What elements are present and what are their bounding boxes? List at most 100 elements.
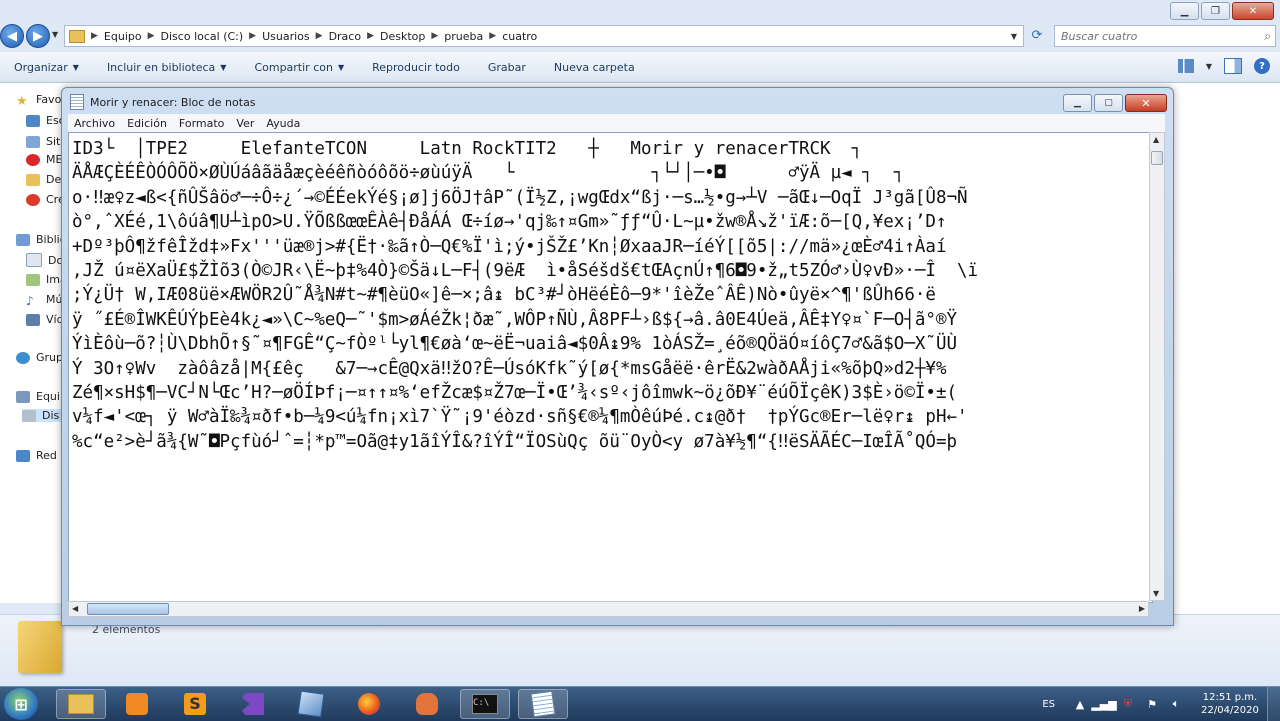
refresh-icon: ⟳: [1031, 27, 1043, 43]
taskbar: ⊞ S C:\ ES ▲ ▂▄▆ ⛨ ⚑ 🔈︎ 12:51 p.m. 22/04…: [0, 686, 1280, 721]
breadcrumb-separator-icon: ▶: [367, 31, 374, 41]
forward-button[interactable]: ▶: [26, 24, 50, 48]
nav-item-desktop[interactable]: Esc: [26, 114, 65, 127]
taskbar-notepad[interactable]: [518, 689, 568, 719]
vertical-scroll-thumb[interactable]: [1151, 151, 1163, 165]
taskbar-visual-studio[interactable]: [228, 689, 278, 719]
clock[interactable]: 12:51 p.m. 22/04/2020: [1193, 691, 1267, 717]
breadcrumb-item[interactable]: cuatro: [502, 30, 537, 43]
taskbar-app-hand[interactable]: [402, 689, 452, 719]
recent-pages-dropdown[interactable]: ▼: [52, 30, 58, 39]
taskbar-firefox[interactable]: [344, 689, 394, 719]
minimize-button[interactable]: ▁: [1170, 2, 1199, 20]
help-icon[interactable]: ?: [1254, 58, 1270, 74]
network-signal-icon[interactable]: ▂▄▆: [1091, 698, 1116, 711]
taskbar-cmd[interactable]: C:\: [460, 689, 510, 719]
nav-item-network[interactable]: Red: [16, 449, 57, 462]
show-hidden-icons-icon[interactable]: ▲: [1073, 698, 1087, 711]
breadcrumb-item[interactable]: prueba ▶: [444, 30, 502, 43]
start-button[interactable]: ⊞: [4, 688, 38, 720]
hand-icon: [416, 693, 438, 715]
notepad-menubar: Archivo Edición Formato Ver Ayuda: [68, 114, 1165, 132]
flag-icon[interactable]: ⚑: [1145, 698, 1159, 711]
nav-item-homegroup[interactable]: Grup: [16, 351, 63, 364]
firefox-icon: [358, 693, 380, 715]
scroll-down-icon[interactable]: ▼: [1153, 589, 1159, 598]
scroll-left-icon[interactable]: ◀: [72, 604, 78, 613]
creative-cloud-icon: [26, 193, 40, 206]
pictures-icon: [26, 273, 40, 286]
media-player-icon: [126, 693, 148, 715]
nav-item-computer[interactable]: Equip: [16, 390, 67, 403]
search-icon[interactable]: ⌕: [1264, 29, 1271, 44]
maximize-button[interactable]: ❐: [1201, 2, 1230, 20]
notepad-text-area[interactable]: ID3└ │TPE2 ElefanteTCON Latn RockTIT2 ┼ …: [68, 132, 1153, 603]
network-icon: [16, 449, 30, 462]
menu-formato[interactable]: Formato: [179, 117, 225, 130]
address-dropdown-icon[interactable]: ▼: [1011, 32, 1017, 41]
notepad-icon: [530, 690, 556, 718]
windows-logo-icon: ⊞: [14, 694, 28, 714]
menu-archivo[interactable]: Archivo: [74, 117, 115, 130]
search-box[interactable]: ⌕: [1054, 25, 1276, 47]
back-button[interactable]: ◀: [0, 24, 24, 48]
new-folder-button[interactable]: Nueva carpeta: [554, 61, 635, 74]
breadcrumb-item[interactable]: Equipo ▶: [104, 30, 161, 43]
include-in-library-menu[interactable]: Incluir en biblioteca ▼: [107, 61, 227, 74]
show-desktop-button[interactable]: [1267, 687, 1280, 721]
scroll-up-icon[interactable]: ▲: [1153, 135, 1159, 144]
taskbar-explorer[interactable]: [56, 689, 106, 719]
chevron-down-icon[interactable]: ▼: [1206, 62, 1212, 71]
change-view-icon[interactable]: [1177, 59, 1194, 73]
breadcrumb-item[interactable]: Disco local (C:) ▶: [161, 30, 263, 43]
notepad-maximize-button[interactable]: ▢: [1094, 94, 1123, 112]
nav-item-documents[interactable]: Do: [26, 253, 63, 267]
language-indicator[interactable]: ES: [1042, 699, 1055, 710]
notepad-window: Morir y renacer: Bloc de notas ▁ ▢ ✕ Arc…: [61, 87, 1174, 626]
menu-ayuda[interactable]: Ayuda: [266, 117, 300, 130]
close-button[interactable]: ✕: [1232, 2, 1274, 20]
nav-item-favorites[interactable]: ★ Favo: [16, 93, 61, 109]
arrow-right-icon: ▶: [33, 28, 43, 44]
nav-item-creative-cloud[interactable]: Cre: [26, 193, 65, 206]
breadcrumb-separator-icon: ▶: [147, 31, 155, 41]
library-icon: [16, 233, 30, 246]
breadcrumb-item[interactable]: Draco ▶: [329, 30, 380, 43]
menu-edicion[interactable]: Edición: [127, 117, 167, 130]
taskbar-sublime-text[interactable]: S: [170, 689, 220, 719]
close-icon: ✕: [1141, 96, 1151, 110]
play-all-button[interactable]: Reproducir todo: [372, 61, 460, 74]
notepad-minimize-button[interactable]: ▁: [1063, 94, 1092, 112]
nav-item-music[interactable]: ♪ Mú: [26, 293, 62, 308]
vertical-scrollbar[interactable]: ▲ ▼: [1149, 132, 1165, 601]
nav-item-libraries[interactable]: Biblic: [16, 233, 66, 246]
taskbar-media-player[interactable]: [112, 689, 162, 719]
security-alert-icon[interactable]: ⛨: [1121, 697, 1135, 710]
notepad-close-button[interactable]: ✕: [1125, 94, 1167, 112]
nav-item-recent-places[interactable]: Siti: [26, 135, 63, 148]
taskbar-virtualbox[interactable]: [286, 689, 336, 719]
burn-button[interactable]: Grabar: [488, 61, 526, 74]
volume-icon[interactable]: 🔈︎: [1169, 697, 1183, 710]
nav-item-mega[interactable]: ME: [26, 153, 62, 166]
breadcrumb-item[interactable]: Usuarios ▶: [262, 30, 328, 43]
view-controls: ▼ ?: [1177, 58, 1270, 74]
folder-icon: [69, 29, 85, 43]
share-with-menu[interactable]: Compartir con ▼: [254, 61, 344, 74]
preview-pane-icon[interactable]: [1224, 58, 1242, 74]
chevron-down-icon: ▼: [72, 62, 79, 72]
search-input[interactable]: [1055, 28, 1253, 44]
address-bar[interactable]: ▶ Equipo ▶ Disco local (C:) ▶ Usuarios ▶ Dr…: [64, 25, 1024, 47]
horizontal-scrollbar[interactable]: ◀ ▶: [68, 601, 1149, 617]
breadcrumb-item[interactable]: Desktop ▶: [380, 30, 444, 43]
organize-menu[interactable]: Organizar ▼: [14, 61, 79, 74]
menu-ver[interactable]: Ver: [236, 117, 254, 130]
refresh-button[interactable]: ⟳: [1028, 26, 1046, 44]
notepad-content[interactable]: ID3└ │TPE2 ElefanteTCON Latn RockTIT2 ┼ …: [69, 133, 1152, 458]
minimize-icon: ▁: [1180, 5, 1189, 17]
breadcrumb-separator-icon: ▶: [249, 31, 257, 41]
scroll-right-icon[interactable]: ▶: [1139, 604, 1145, 613]
nav-item-videos[interactable]: Víd: [26, 313, 64, 326]
horizontal-scroll-thumb[interactable]: [87, 603, 169, 615]
terminal-icon: C:\: [472, 694, 498, 714]
